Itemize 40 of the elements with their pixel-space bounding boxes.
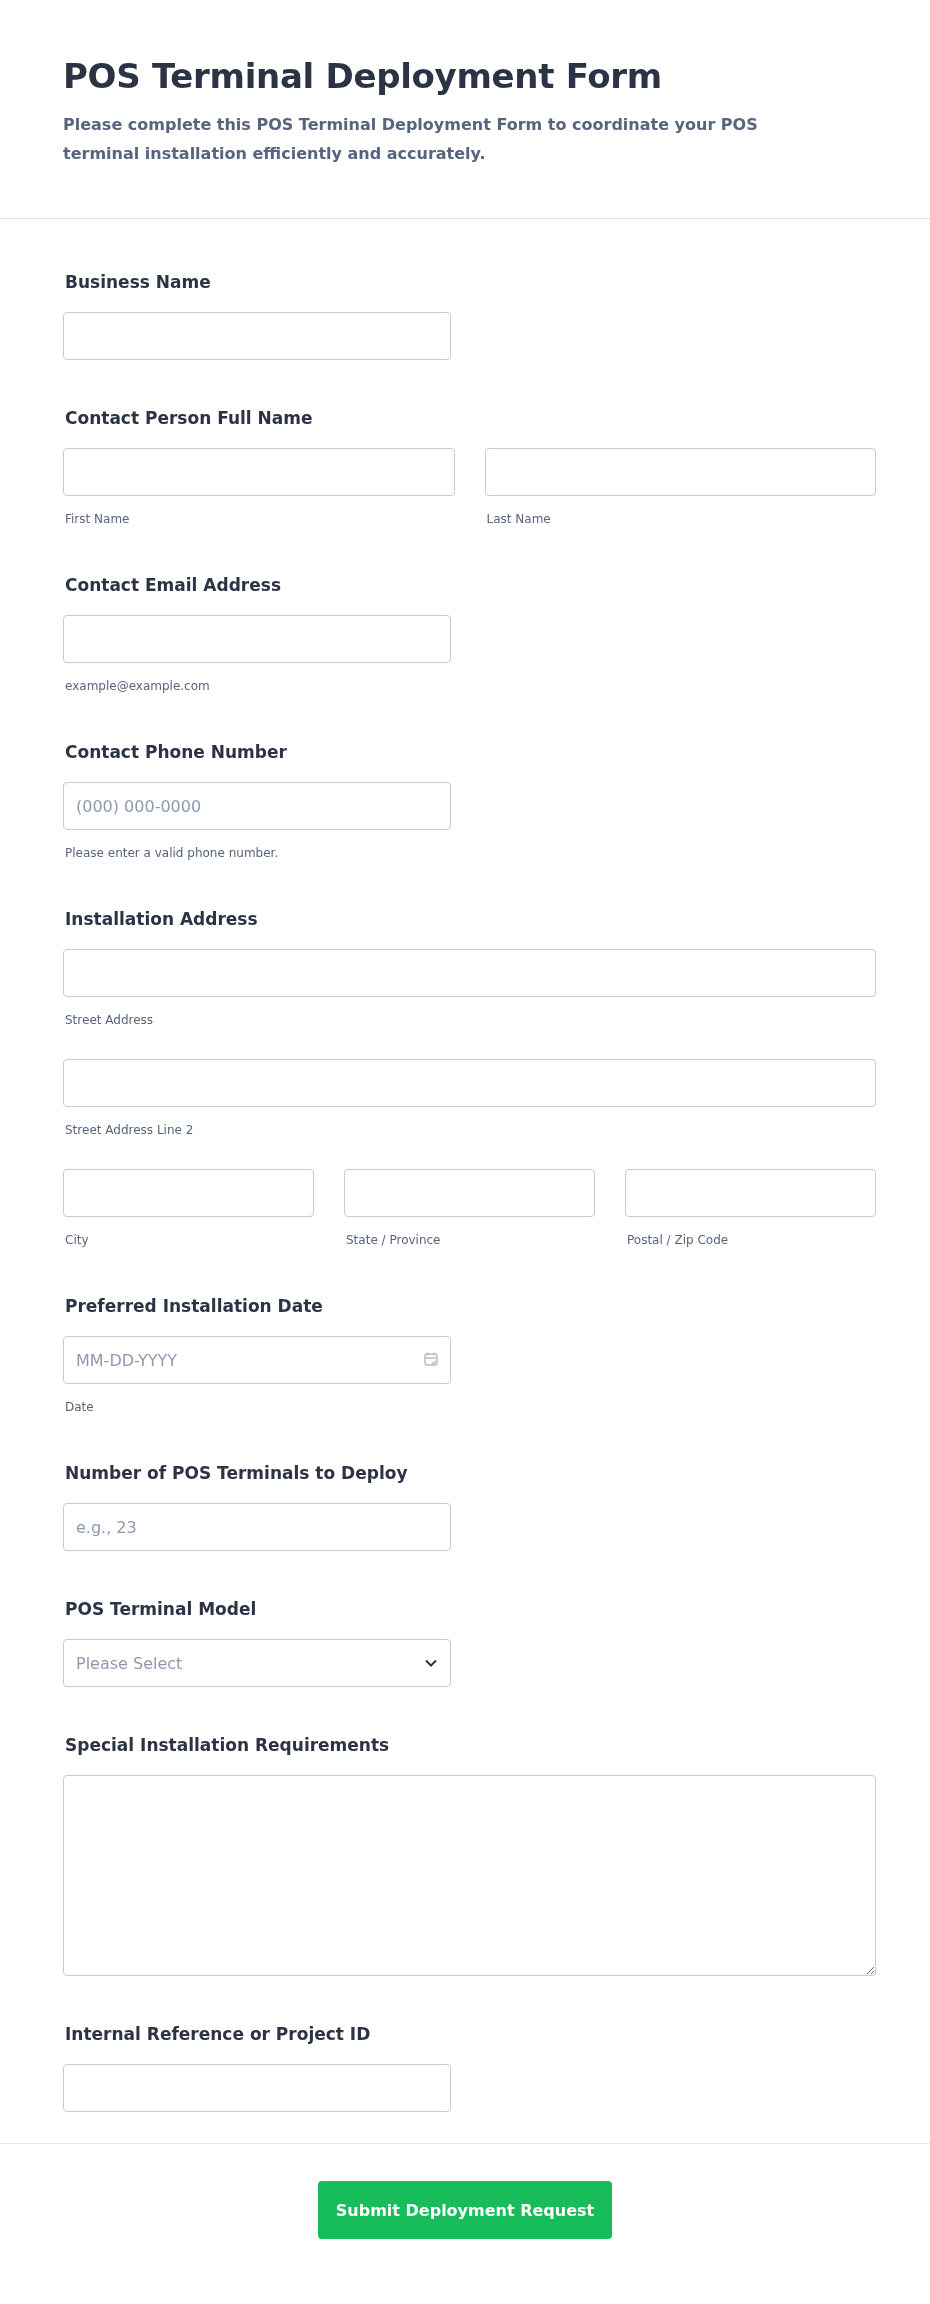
text-input[interactable]: e.g., 23 <box>63 1503 451 1551</box>
chevron-down-icon <box>424 1658 438 1668</box>
text-input[interactable] <box>63 448 455 496</box>
field-label: Special Installation Requirements <box>65 1734 391 1757</box>
field-hint: Date <box>65 1399 95 1415</box>
text-input[interactable] <box>63 615 451 663</box>
text-input[interactable] <box>63 1169 314 1217</box>
date-input[interactable]: MM-DD-YYYY <box>63 1336 451 1384</box>
field-hint: Street Address Line 2 <box>65 1122 195 1138</box>
form-title: POS Terminal Deployment Form <box>63 55 663 98</box>
dropdown[interactable]: Please Select <box>63 1639 451 1687</box>
text-input[interactable] <box>63 2064 451 2112</box>
field-label: Preferred Installation Date <box>65 1295 324 1318</box>
field-label: Internal Reference or Project ID <box>65 2023 372 2046</box>
calendar-icon[interactable] <box>423 1351 439 1367</box>
text-input[interactable] <box>63 1059 876 1107</box>
field-label: Contact Phone Number <box>65 741 288 764</box>
text-input[interactable] <box>344 1169 595 1217</box>
field-hint: State / Province <box>346 1232 442 1248</box>
field-hint: City <box>65 1232 90 1248</box>
text-input[interactable] <box>625 1169 876 1217</box>
text-input[interactable]: (000) 000-0000 <box>63 782 451 830</box>
field-hint: example@example.com <box>65 678 211 694</box>
field-label: Installation Address <box>65 908 259 931</box>
submit-button[interactable]: Submit Deployment Request <box>317 2181 613 2239</box>
field-label: Contact Person Full Name <box>65 407 314 430</box>
field-label: POS Terminal Model <box>65 1598 258 1621</box>
field-hint: Street Address <box>65 1012 155 1028</box>
text-input[interactable] <box>484 448 876 496</box>
field-hint: First Name <box>65 511 131 527</box>
text-input[interactable] <box>63 949 876 997</box>
field-label: Contact Email Address <box>65 574 282 597</box>
field-hint: Please enter a valid phone number. <box>65 845 280 861</box>
field-label: Business Name <box>65 271 212 294</box>
text-input[interactable] <box>63 312 451 360</box>
field-hint: Postal / Zip Code <box>627 1232 730 1248</box>
field-label: Number of POS Terminals to Deploy <box>65 1462 409 1485</box>
text-area[interactable] <box>63 1775 876 1976</box>
form-description: Please complete this POS Terminal Deployment Form to coordinate your POS terminal installation efficiently and accurately. <box>63 114 759 165</box>
field-hint: Last Name <box>486 511 552 527</box>
